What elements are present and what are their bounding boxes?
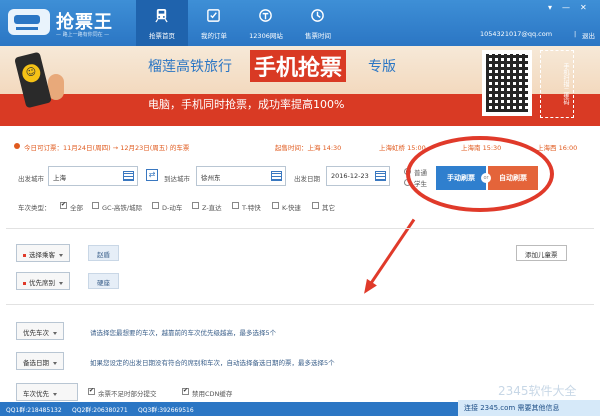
disable-cdn-label: 禁用CDN缓存 (192, 390, 233, 398)
minimize-icon[interactable]: — (562, 3, 570, 12)
chevron-down-icon (59, 253, 63, 257)
checklist-icon (207, 9, 220, 22)
chevron-down-icon (53, 392, 57, 396)
clock-icon (311, 9, 324, 22)
train-icon (155, 8, 168, 23)
to-city-input[interactable]: 徐州东 (196, 166, 286, 186)
main-content: 今日可订票：11月24日(周四) → 12月23日(周五) 的车票 起售时间：上… (0, 126, 600, 402)
train-logo-icon (8, 9, 50, 35)
sort-label: 车次优先 (23, 390, 49, 398)
nav-item-orders[interactable]: 我的订单 (188, 0, 240, 46)
train-type-z-checkbox[interactable] (192, 202, 199, 209)
train-type-all-checkbox[interactable] (60, 201, 67, 209)
nav-item-home[interactable]: 抢票首页 (136, 0, 188, 46)
sale-time: 起售时间：上海 14:30 (275, 144, 342, 152)
priority-train-hint: 请选择您最想要的车次，越靠前的车次优先级越高，最多选择5个 (90, 329, 277, 337)
train-type-option: 全部 (70, 204, 83, 212)
close-icon[interactable]: ✕ (580, 3, 587, 12)
select-passenger-button[interactable]: 选择乘客 (16, 244, 70, 262)
banner-headline-big: 手机抢票 (250, 50, 347, 82)
swap-cities-icon[interactable]: ⇄ (146, 169, 158, 181)
sale-notice: 今日可订票：11月24日(周四) → 12月23日(周五) 的车票 (24, 144, 190, 152)
from-city-value: 上海 (53, 174, 66, 182)
chevron-down-icon (53, 361, 57, 365)
account-email: 1054321017@qq.com (480, 30, 553, 38)
from-city-label: 出发城市 (18, 175, 44, 183)
divider (6, 228, 594, 229)
qq-group-2: QQ2群:206380271 (72, 407, 128, 414)
highlight-ring (406, 136, 554, 212)
partial-submit-label: 余票不足时部分提交 (98, 390, 157, 398)
train-type-k-checkbox[interactable] (272, 202, 279, 209)
train-type-gc-checkbox[interactable] (92, 202, 99, 209)
qr-code (482, 50, 532, 116)
nav-item-sale-time[interactable]: 售票时间 (292, 0, 344, 46)
to-city-label: 到达城市 (164, 175, 190, 183)
qq-group-1: QQ1群:218485132 (6, 407, 62, 414)
add-child-ticket-button[interactable]: 添加儿童票 (516, 245, 567, 261)
train-type-option: T-特快 (242, 204, 261, 212)
backup-date-hint: 如果您设定的出发日期没有符合的席别和车次，自动选择备选日期的票，最多选择5个 (90, 359, 335, 367)
divider (6, 304, 594, 305)
from-city-input[interactable]: 上海 (48, 166, 138, 186)
select-seat-label: 优先席别 (29, 279, 55, 287)
watermark: 2345软件大全 (498, 384, 577, 398)
priority-train-label: 优先车次 (23, 329, 49, 337)
app-subtitle: — 路上一路有你同在 — (56, 32, 110, 38)
qr-note: 手机扫描二维码 (540, 50, 574, 118)
select-seat-button[interactable]: 优先席别 (16, 272, 70, 290)
to-city-value: 徐州东 (201, 174, 221, 182)
nav-item-12306[interactable]: 12306网站 (240, 0, 292, 46)
train-type-option: K-快速 (282, 204, 301, 212)
priority-train-button[interactable]: 优先车次 (16, 322, 64, 340)
date-value: 2016-12-23 (331, 172, 369, 180)
qq-group-3: QQ3群:392669516 (138, 407, 194, 414)
nav-label: 售票时间 (305, 32, 331, 40)
sale-time: 上海西 16:00 (537, 144, 578, 152)
train-type-d-checkbox[interactable] (152, 202, 159, 209)
sale-time: 上海虹桥 15:00 (379, 144, 426, 152)
train-type-option: GC-高铁/城际 (102, 204, 143, 212)
nav-label: 我的订单 (201, 32, 227, 40)
disable-cdn-checkbox[interactable] (182, 387, 189, 395)
annotation-arrowhead (359, 278, 377, 298)
chevron-down-icon (53, 331, 57, 335)
backup-date-button[interactable]: 备选日期 (16, 352, 64, 370)
city-picker-icon[interactable] (123, 171, 134, 181)
top-bar: 抢票王 — 路上一路有你同在 — 抢票首页 我的订单 12306网站 售票时间 … (0, 0, 600, 46)
date-input[interactable]: 2016-12-23 (326, 166, 390, 186)
select-passenger-label: 选择乘客 (29, 251, 55, 259)
train-type-option: Z-直达 (202, 204, 222, 212)
smiley-icon: ☺ (20, 62, 43, 85)
train-type-t-checkbox[interactable] (232, 202, 239, 209)
logout-link[interactable]: 退出 (582, 30, 595, 40)
banner-headline-suffix: 专版 (368, 59, 396, 75)
train-type-option: 其它 (322, 204, 335, 212)
backup-date-label: 备选日期 (23, 359, 49, 367)
train-type-label: 车次类型： (18, 204, 51, 212)
rail-logo-icon (259, 9, 272, 22)
nav-label: 抢票首页 (149, 32, 175, 40)
nav-label: 12306网站 (249, 32, 283, 40)
train-type-other-checkbox[interactable] (312, 202, 319, 209)
account-separator: | (574, 30, 577, 38)
notice-icon (14, 143, 20, 149)
skin-icon[interactable]: ▾ (548, 3, 552, 12)
seat-chip[interactable]: 硬座 (88, 273, 119, 289)
passenger-chip[interactable]: 赵盾 (88, 245, 119, 261)
connection-status: 连接 2345.com 需要其他信息 (458, 400, 600, 416)
city-picker-icon[interactable] (271, 171, 282, 181)
date-label: 出发日期 (294, 175, 320, 183)
banner-tagline: 电脑，手机同时抢票，成功率提高100% (148, 98, 345, 111)
banner-headline-prefix: 榴莲高铁旅行 (148, 59, 232, 75)
calendar-icon[interactable] (375, 171, 386, 181)
chevron-down-icon (59, 281, 63, 285)
sort-select[interactable]: 车次优先 (16, 383, 78, 401)
partial-submit-checkbox[interactable] (88, 387, 95, 395)
app-logo: 抢票王 — 路上一路有你同在 — (8, 6, 126, 40)
train-type-option: D-动车 (162, 204, 183, 212)
